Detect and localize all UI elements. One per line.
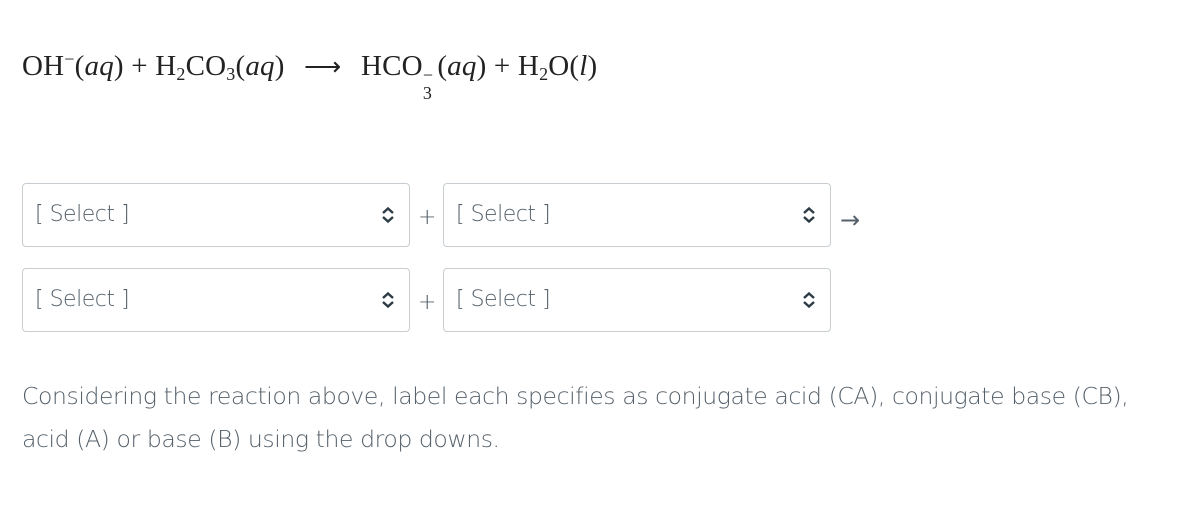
select-value: [ Select ] — [35, 202, 130, 227]
up-down-chevron-icon — [382, 291, 394, 309]
up-down-chevron-icon — [803, 291, 815, 309]
reaction-arrow: → — [840, 206, 861, 234]
up-down-chevron-icon — [803, 206, 815, 224]
select-value: [ Select ] — [456, 202, 551, 227]
select-reactant-2[interactable]: [ Select ] — [443, 183, 831, 247]
plus-sign: + — [131, 50, 148, 82]
product-bicarbonate: HCO −3 (aq) — [360, 50, 487, 104]
select-product-2[interactable]: [ Select ] — [443, 268, 831, 332]
reactant-hydroxide: OH−(aq) — [22, 49, 124, 82]
select-value: [ Select ] — [456, 287, 551, 312]
plus-sign: + — [493, 50, 511, 82]
select-reactant-1[interactable]: [ Select ] — [22, 183, 410, 247]
plus-sign: + — [418, 205, 437, 230]
chemical-equation: OH−(aq) + H2CO3(aq) ⟶ HCO −3 (aq) + H2O(l) — [22, 49, 598, 104]
up-down-chevron-icon — [382, 206, 394, 224]
reactant-carbonic-acid: H2CO3(aq) — [155, 50, 285, 85]
select-product-1[interactable]: [ Select ] — [22, 268, 410, 332]
select-value: [ Select ] — [35, 287, 130, 312]
product-water: H2O(l) — [517, 50, 598, 85]
instructions-text: Considering the reaction above, label ea… — [22, 382, 1129, 453]
reaction-arrow: ⟶ — [304, 52, 342, 81]
plus-sign: + — [418, 290, 437, 315]
